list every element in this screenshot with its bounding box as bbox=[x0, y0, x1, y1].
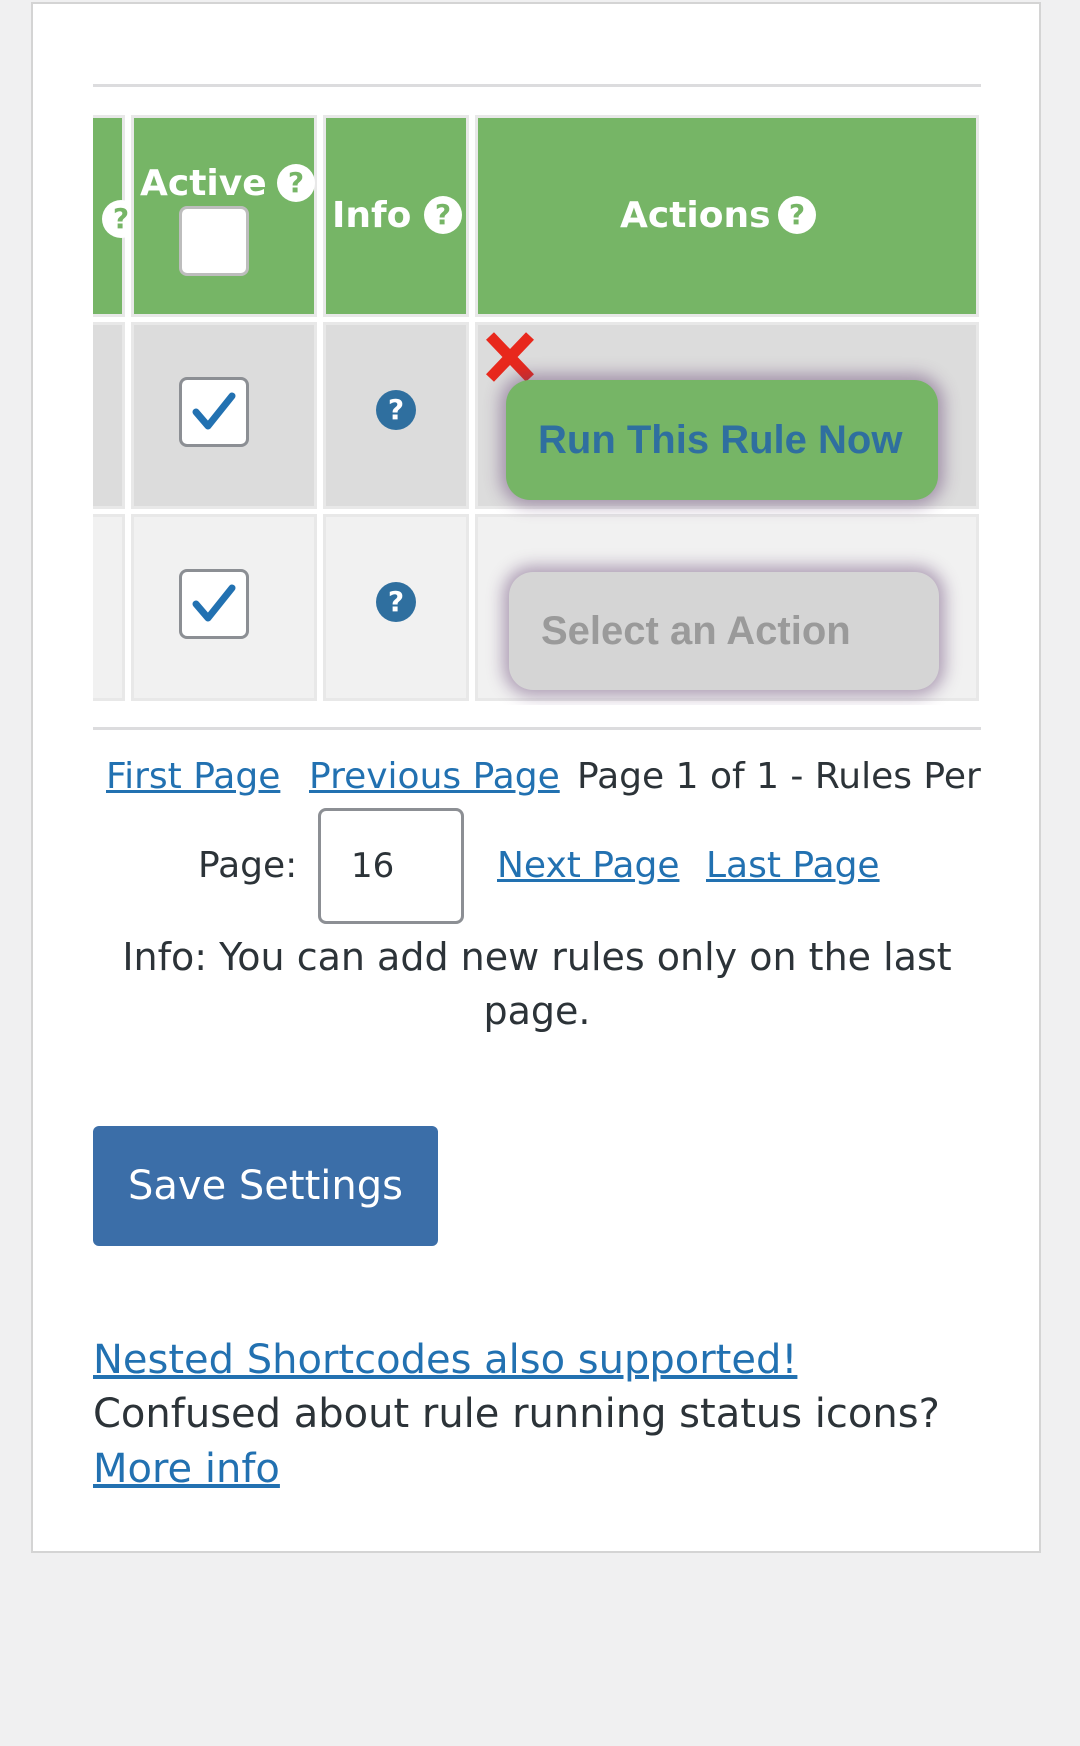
more-info-link[interactable]: More info bbox=[93, 1449, 280, 1489]
help-icon[interactable]: ? bbox=[277, 164, 315, 202]
rules-per-page-input[interactable] bbox=[318, 808, 464, 924]
question-icon[interactable]: ? bbox=[376, 390, 416, 430]
active-header-label: Active bbox=[140, 163, 267, 204]
active-checkbox[interactable] bbox=[179, 569, 249, 639]
info-header-label: Info bbox=[332, 195, 412, 236]
table-row-1-active-cell bbox=[131, 322, 317, 509]
page-label: Page: bbox=[198, 845, 298, 886]
help-icon[interactable]: ? bbox=[778, 196, 816, 234]
rules-table: ? Active ? Info ? Actions ? ? ? Run This… bbox=[93, 115, 981, 705]
header-cell-partial: ? bbox=[93, 115, 140, 317]
question-icon[interactable]: ? bbox=[376, 582, 416, 622]
table-row-1-info-cell: ? bbox=[323, 322, 469, 509]
last-page-link[interactable]: Last Page bbox=[706, 848, 880, 884]
table-row-2-info-cell: ? bbox=[323, 514, 469, 701]
checkmark-icon bbox=[192, 584, 236, 622]
pagination-info: Info: You can add new rules only on the … bbox=[122, 935, 952, 1033]
header-info: Info ? bbox=[323, 115, 469, 317]
save-settings-button[interactable]: Save Settings bbox=[93, 1126, 438, 1246]
active-checkbox[interactable] bbox=[179, 377, 249, 447]
top-divider bbox=[93, 84, 981, 87]
select-action-dropdown[interactable]: Select an Action bbox=[509, 572, 939, 690]
nested-shortcodes-link[interactable]: Nested Shortcodes also supported! bbox=[93, 1340, 797, 1380]
bottom-divider bbox=[93, 727, 981, 730]
actions-header-label: Actions bbox=[620, 195, 771, 236]
close-x-icon[interactable] bbox=[484, 332, 536, 382]
confused-text: Confused about rule running status icons… bbox=[93, 1391, 940, 1437]
select-all-checkbox[interactable] bbox=[179, 206, 249, 276]
header-actions: Actions ? bbox=[475, 115, 979, 317]
page-status: Page 1 of 1 - Rules Per bbox=[577, 756, 981, 797]
checkmark-icon bbox=[192, 392, 236, 430]
header-active: Active ? bbox=[131, 115, 317, 317]
table-row-2-partial-cell bbox=[93, 514, 125, 701]
previous-page-link[interactable]: Previous Page bbox=[309, 759, 560, 795]
table-row-2-active-cell bbox=[131, 514, 317, 701]
table-row-1-partial-cell bbox=[93, 322, 125, 509]
run-rule-button[interactable]: Run This Rule Now bbox=[506, 380, 938, 500]
help-icon[interactable]: ? bbox=[424, 196, 462, 234]
first-page-link[interactable]: First Page bbox=[106, 759, 280, 795]
next-page-link[interactable]: Next Page bbox=[497, 848, 679, 884]
